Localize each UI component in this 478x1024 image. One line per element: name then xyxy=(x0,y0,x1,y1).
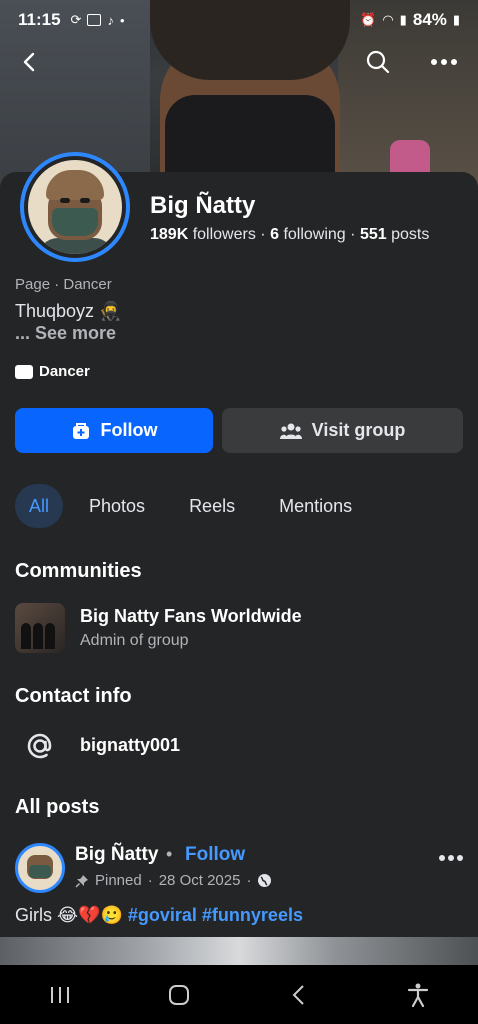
follow-icon xyxy=(72,422,89,439)
globe-icon xyxy=(258,874,272,887)
post-more-button[interactable] xyxy=(438,838,464,869)
followers-count[interactable]: 189K xyxy=(150,226,188,243)
tab-photos[interactable]: Photos xyxy=(71,484,163,528)
status-bar: 11:15 ⟳ ♪ • ⏰ ◠ ▮ 84% ▮ xyxy=(0,0,478,40)
followers-label[interactable]: followers xyxy=(193,226,256,243)
following-count[interactable]: 6 xyxy=(270,226,279,243)
profile-tag-label: Dancer xyxy=(39,363,90,380)
post-date[interactable]: 28 Oct 2025 xyxy=(159,872,241,889)
alarm-icon: ⏰ xyxy=(360,12,377,27)
profile-tabs: All Photos Reels Mentions xyxy=(15,484,378,528)
tiktok-icon: ♪ xyxy=(107,12,114,28)
back-nav-icon xyxy=(292,984,304,1005)
tab-reels[interactable]: Reels xyxy=(171,484,253,528)
battery-percent: 84% xyxy=(412,10,447,29)
accessibility-button[interactable] xyxy=(398,975,438,1015)
following-label[interactable]: following xyxy=(283,226,345,243)
dot-icon: • xyxy=(119,12,125,28)
home-icon xyxy=(169,984,190,1005)
tab-all[interactable]: All xyxy=(15,484,64,528)
youtube-icon xyxy=(87,14,102,26)
profile-bio: Thuqboyz 🥷 xyxy=(15,301,122,321)
status-time: 11:15 xyxy=(18,10,61,29)
follow-button[interactable]: Follow xyxy=(15,408,213,453)
group-icon xyxy=(279,423,302,439)
signal-icon: ▮ xyxy=(399,12,407,27)
post-pinned-label: Pinned xyxy=(95,872,142,889)
home-button[interactable] xyxy=(159,975,199,1015)
profile-stats: 189K followers · 6 following · 551 posts xyxy=(150,226,430,243)
community-name[interactable]: Big Natty Fans Worldwide xyxy=(80,606,302,627)
more-icon xyxy=(439,855,463,861)
posts-label: posts xyxy=(391,226,430,243)
post-separator: • xyxy=(166,844,173,864)
accessibility-icon xyxy=(408,983,429,1007)
more-icon xyxy=(431,59,457,65)
more-options-button[interactable] xyxy=(426,44,462,80)
search-icon xyxy=(366,50,390,74)
follow-button-label: Follow xyxy=(100,420,158,440)
contact-handle[interactable]: bignatty001 xyxy=(80,735,180,756)
profile-avatar[interactable] xyxy=(20,152,130,262)
post-follow-link[interactable]: Follow xyxy=(185,844,245,866)
post-text: Girls 😂💔🥲 #goviral #funnyreels xyxy=(15,905,303,926)
notification-icons: ⟳ ♪ • xyxy=(71,12,125,28)
back-icon xyxy=(23,52,35,72)
hashtag-link[interactable]: #funnyreels xyxy=(202,905,303,925)
profile-category: Page · Dancer xyxy=(15,276,112,293)
profile-name: Big Ñatty xyxy=(150,192,256,219)
system-nav-bar xyxy=(0,965,478,1024)
posts-count: 551 xyxy=(359,226,387,243)
hashtag-link[interactable]: #goviral xyxy=(128,905,197,925)
system-icons: ⏰ ◠ ▮ 84% ▮ xyxy=(360,10,460,30)
search-button[interactable] xyxy=(360,44,396,80)
recents-icon xyxy=(50,986,69,1003)
sync-icon: ⟳ xyxy=(70,12,82,27)
post-meta: Pinned · 28 Oct 2025 · xyxy=(75,872,272,889)
visit-group-label: Visit group xyxy=(311,420,406,440)
contact-info-title: Contact info xyxy=(15,685,132,707)
post-author-name[interactable]: Big Ñatty xyxy=(75,844,158,866)
community-role: Admin of group xyxy=(80,632,189,649)
recents-button[interactable] xyxy=(40,975,80,1015)
visit-group-button[interactable]: Visit group xyxy=(222,408,463,453)
wifi-icon: ◠ xyxy=(382,12,394,27)
tab-mentions[interactable]: Mentions xyxy=(261,484,370,528)
community-thumbnail[interactable] xyxy=(15,603,65,653)
back-nav-button[interactable] xyxy=(279,975,319,1015)
post-caption: Girls 😂💔🥲 xyxy=(15,905,123,925)
profile-tag: Dancer xyxy=(15,363,90,380)
all-posts-title: All posts xyxy=(15,796,100,818)
back-button[interactable] xyxy=(12,44,48,80)
pin-icon xyxy=(75,874,88,888)
post-author-avatar[interactable] xyxy=(15,843,65,893)
clapperboard-icon xyxy=(15,364,33,379)
post-media[interactable] xyxy=(0,937,478,965)
communities-title: Communities xyxy=(15,560,142,582)
see-more-link[interactable]: ... See more xyxy=(15,323,116,344)
battery-icon: ▮ xyxy=(452,12,460,27)
at-icon xyxy=(27,733,52,759)
